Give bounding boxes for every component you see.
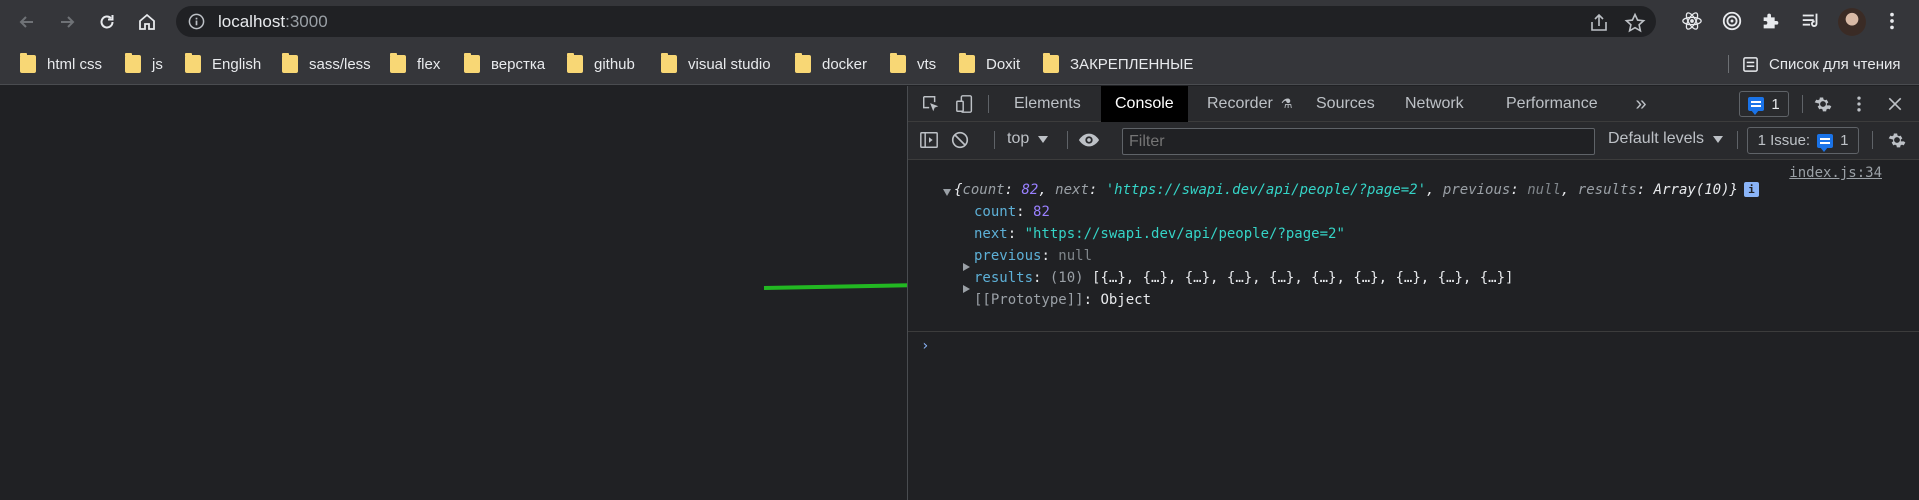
- bookmark-folder[interactable]: visual studio: [661, 52, 771, 76]
- source-link[interactable]: index.js:34: [1789, 165, 1882, 181]
- inspect-element-icon[interactable]: [920, 93, 942, 115]
- sidebar-toggle-icon[interactable]: [918, 129, 940, 151]
- info-icon[interactable]: [188, 13, 205, 30]
- clear-console-icon[interactable]: [949, 129, 971, 151]
- bookmark-folder[interactable]: flex: [390, 52, 440, 76]
- bookmark-folder[interactable]: English: [185, 52, 261, 76]
- message-icon: [1817, 133, 1834, 152]
- bookmark-folder[interactable]: html css: [20, 52, 102, 76]
- devtools-kebab-icon[interactable]: [1848, 93, 1870, 115]
- bookmark-folder[interactable]: sass/less: [282, 52, 371, 76]
- toolbar-divider: [1067, 131, 1068, 149]
- tab-elements[interactable]: Elements: [1000, 86, 1095, 122]
- info-badge-icon[interactable]: i: [1743, 182, 1759, 197]
- bookmark-folder[interactable]: js: [125, 52, 163, 76]
- folder-icon: [1043, 53, 1059, 73]
- console-prompt[interactable]: ›: [921, 338, 929, 354]
- tab-console[interactable]: Console: [1101, 86, 1188, 122]
- share-icon[interactable]: [1588, 12, 1610, 34]
- expand-triangle-icon[interactable]: [963, 285, 970, 293]
- folder-icon: [661, 53, 677, 73]
- extensions-puzzle-icon[interactable]: [1759, 9, 1783, 33]
- react-devtools-icon[interactable]: [1680, 9, 1704, 33]
- bookmark-folder[interactable]: ЗАКРЕПЛЕННЫЕ: [1043, 52, 1193, 76]
- tab-network[interactable]: Network: [1391, 86, 1478, 122]
- address-bar[interactable]: localhost:3000: [176, 6, 1656, 37]
- bookmark-folder[interactable]: Doxit: [959, 52, 1020, 76]
- messages-badge[interactable]: 1: [1739, 91, 1789, 117]
- url-text: localhost:3000: [218, 12, 328, 31]
- caret-down-icon: [1713, 135, 1724, 143]
- bookmark-folder[interactable]: vts: [890, 52, 936, 76]
- folder-icon: [959, 53, 975, 73]
- folder-icon: [890, 53, 906, 73]
- bookmarks-bar: html css js English sass/less flex верст…: [0, 43, 1919, 85]
- toolbar-divider: [1802, 95, 1803, 113]
- more-tabs-chevron-icon[interactable]: »: [1630, 93, 1652, 115]
- forward-button[interactable]: [53, 8, 81, 36]
- console-settings-gear-icon[interactable]: [1886, 129, 1908, 151]
- console-toolbar: top Default levels 1 Issue: 1: [908, 122, 1919, 160]
- folder-icon: [125, 53, 141, 73]
- bookmark-folder[interactable]: docker: [795, 52, 867, 76]
- console-filter-input[interactable]: [1122, 128, 1595, 155]
- folder-icon: [282, 53, 298, 73]
- star-icon[interactable]: [1624, 12, 1646, 34]
- back-button[interactable]: [13, 8, 41, 36]
- bookmark-folder[interactable]: github: [567, 52, 635, 76]
- caret-down-icon: [1038, 135, 1049, 143]
- folder-icon: [20, 53, 36, 73]
- target-extension-icon[interactable]: [1720, 9, 1744, 33]
- prop-count: count: 82: [974, 204, 1050, 220]
- folder-icon: [795, 53, 811, 73]
- media-queue-icon[interactable]: [1799, 9, 1823, 33]
- message-icon: [1748, 97, 1765, 115]
- bookmark-folder[interactable]: верстка: [464, 52, 545, 76]
- toolbar-divider: [994, 131, 995, 149]
- console-output: index.js:34 {count: 82, next: 'https://s…: [908, 160, 1919, 500]
- context-selector[interactable]: top: [1007, 130, 1049, 148]
- kebab-menu-icon[interactable]: [1880, 9, 1904, 33]
- log-levels-dropdown[interactable]: Default levels: [1608, 130, 1724, 148]
- object-summary[interactable]: {count: 82, next: 'https://swapi.dev/api…: [954, 182, 1759, 198]
- prop-results[interactable]: results: (10) [{…}, {…}, {…}, {…}, {…}, …: [974, 270, 1513, 286]
- reading-list-icon: [1743, 56, 1758, 72]
- folder-icon: [464, 53, 480, 73]
- device-toolbar-icon[interactable]: [954, 93, 976, 115]
- toolbar-divider: [1872, 131, 1873, 149]
- folder-icon: [185, 53, 201, 73]
- prop-prototype[interactable]: [[Prototype]]: Object: [974, 292, 1151, 308]
- arrow-right-icon: [61, 16, 75, 28]
- console-divider: [908, 331, 1919, 332]
- bookmarks-divider: [1728, 55, 1729, 73]
- folder-icon: [567, 53, 583, 73]
- reload-icon: [100, 15, 114, 29]
- experiment-flask-icon: ⚗: [1280, 96, 1293, 111]
- home-button[interactable]: [133, 8, 161, 36]
- tab-sources[interactable]: Sources: [1302, 86, 1389, 122]
- folder-icon: [390, 53, 406, 73]
- profile-avatar[interactable]: [1838, 8, 1866, 36]
- collapse-triangle-icon[interactable]: [943, 189, 951, 196]
- devtools-tabbar: Elements Console Recorder ⚗ Sources Netwo…: [908, 86, 1919, 122]
- devtools-panel: Elements Console Recorder ⚗ Sources Netwo…: [907, 86, 1919, 500]
- home-icon: [139, 13, 155, 30]
- issues-button[interactable]: 1 Issue: 1: [1747, 127, 1859, 154]
- reload-button[interactable]: [93, 8, 121, 36]
- toolbar-divider: [1737, 131, 1738, 149]
- live-expression-eye-icon[interactable]: [1078, 129, 1100, 151]
- browser-toolbar: localhost:3000: [0, 0, 1919, 43]
- prop-previous: previous: null: [974, 248, 1093, 264]
- tab-recorder[interactable]: Recorder ⚗: [1193, 86, 1306, 122]
- arrow-left-icon: [19, 16, 33, 28]
- toolbar-divider: [988, 95, 989, 113]
- expand-triangle-icon[interactable]: [963, 263, 970, 271]
- prop-next: next: "https://swapi.dev/api/people/?pag…: [974, 226, 1345, 242]
- settings-gear-icon[interactable]: [1812, 93, 1834, 115]
- tab-performance[interactable]: Performance: [1492, 86, 1612, 122]
- reading-list-button[interactable]: Список для чтения: [1728, 52, 1901, 76]
- close-devtools-icon[interactable]: [1884, 93, 1906, 115]
